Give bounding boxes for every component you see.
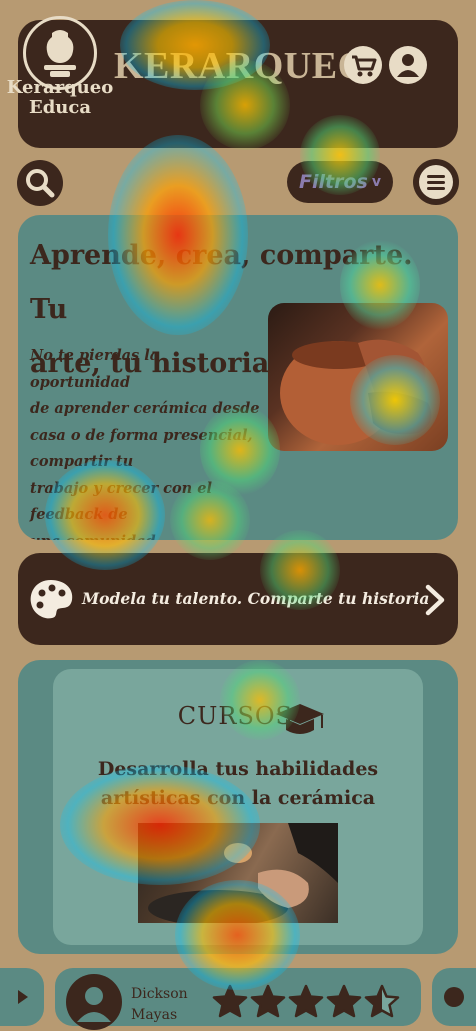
filters-label: Filtros [299,171,368,193]
avatar [66,974,122,1030]
pottery-hands-image [268,303,448,451]
testimonial-card-prev[interactable] [0,968,44,1026]
logo-text: Kerarqueo Educa [6,77,114,118]
chevron-down-icon: v [371,174,381,190]
menu-button[interactable] [413,159,459,205]
user-icon[interactable] [389,46,427,84]
courses-subtitle: Desarrolla tus habilidades artísticas co… [97,758,379,809]
star-icon [326,984,362,1018]
chevron-right-icon[interactable] [420,583,448,617]
search-button[interactable] [17,160,63,206]
testimonial-card-next[interactable] [432,968,476,1026]
star-icon [288,984,324,1018]
star-icon [250,984,286,1018]
search-icon [26,169,55,198]
star-rating [212,984,400,1018]
courses-title: CURSOS [177,702,293,730]
brand-title: KERARQUEO [114,45,368,87]
filters-button[interactable]: Filtros v [287,161,393,203]
graduation-cap-icon [272,700,328,740]
hero-description: No te pierdas la oportunidad de aprender… [30,347,260,540]
hero-card: Aprende, crea, comparte. Tu arte, tu his… [18,215,458,540]
cart-icon[interactable] [344,46,382,84]
banner-text: Modela tu talento. Comparte tu historia [82,589,430,608]
hamburger-menu-icon [419,165,453,199]
reviewer-name: Dickson Mayas [131,986,188,1023]
ceramics-class-image [138,823,338,923]
star-icon [212,984,248,1018]
palette-icon [28,578,74,622]
star-icon [364,984,400,1018]
